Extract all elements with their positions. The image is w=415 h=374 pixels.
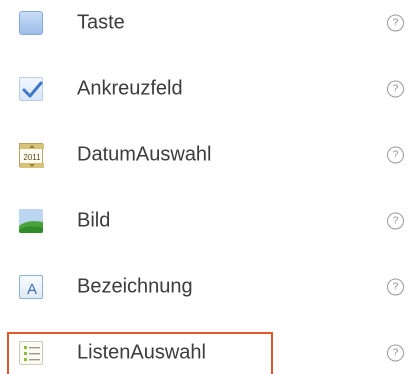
palette-item-datepicker[interactable]: 2011 DatumAuswahl ? — [0, 122, 415, 188]
palette-item-image[interactable]: Bild ? — [0, 188, 415, 254]
list-icon — [19, 341, 43, 365]
palette-item-button[interactable]: Taste ? — [0, 0, 415, 56]
checkbox-icon — [19, 77, 43, 101]
help-icon[interactable]: ? — [387, 212, 404, 230]
help-icon[interactable]: ? — [387, 14, 404, 32]
button-icon — [19, 11, 43, 35]
help-icon[interactable]: ? — [387, 146, 404, 164]
palette-item-label: ListenAuswahl — [77, 341, 206, 364]
calendar-icon: 2011 — [19, 143, 44, 168]
help-icon[interactable]: ? — [387, 344, 404, 362]
palette-item-label: Bezeichnung — [77, 275, 193, 298]
palette-item-label: Bild — [77, 209, 111, 232]
label-icon-text: A — [27, 281, 37, 298]
palette-item-label-component[interactable]: A Bezeichnung ? — [0, 254, 415, 320]
palette-item-label: DatumAuswahl — [77, 143, 212, 166]
image-icon — [19, 209, 43, 233]
calendar-icon-text: 2011 — [23, 153, 41, 162]
help-icon[interactable]: ? — [387, 80, 404, 98]
help-icon[interactable]: ? — [387, 278, 404, 296]
palette-item-checkbox[interactable]: Ankreuzfeld ? — [0, 56, 415, 122]
component-palette: Taste ? Ankreuzfeld ? 2011 DatumAuswahl … — [0, 0, 415, 374]
palette-item-label: Ankreuzfeld — [77, 77, 183, 100]
palette-item-listpicker[interactable]: ListenAuswahl ? — [0, 320, 415, 374]
palette-item-label: Taste — [77, 11, 125, 34]
label-icon: A — [19, 275, 43, 299]
